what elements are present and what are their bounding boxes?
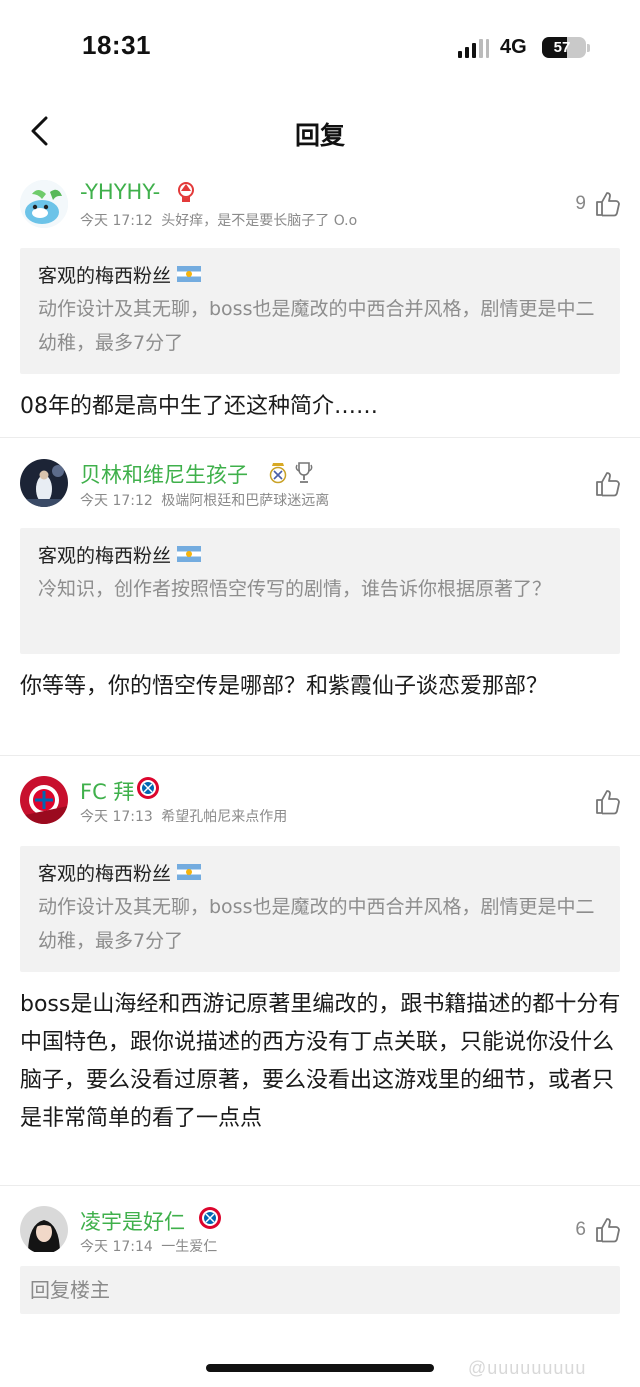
user-bio: 希望孔帕尼来点作用	[161, 809, 288, 825]
thumbs-up-icon	[596, 790, 620, 815]
avatar[interactable]	[20, 459, 68, 507]
avatar[interactable]	[20, 180, 68, 228]
user-bio: 一生爱仁	[161, 1239, 218, 1252]
thumbs-up-icon	[596, 192, 620, 217]
avatar[interactable]	[20, 1206, 68, 1252]
real-madrid-badge-icon	[269, 463, 287, 484]
network-type: 4G	[500, 36, 527, 58]
quote-text: 动作设计及其无聊，boss也是魔改的中西合并风格，剧情更是中二幼稚，最多7分了	[38, 896, 595, 952]
like-button[interactable]: 6	[575, 1216, 622, 1244]
signal-strength-icon	[458, 38, 489, 58]
comment-item: -YHYHY- 今天 17:12 头好痒，是不是要长脑子了 O.o 9 客观的梅…	[0, 172, 640, 438]
quoted-comment[interactable]: 客观的梅西粉丝 动作设计及其无聊，boss也是魔改的中西合并风格，剧情更是中二幼…	[20, 248, 620, 374]
username[interactable]: 凌宇是好仁	[80, 1206, 185, 1236]
battery-percent: 57	[553, 39, 571, 56]
username[interactable]: -YHYHY-	[80, 180, 160, 204]
user-bio: 头好痒，是不是要长脑子了 O.o	[161, 213, 358, 229]
comment-item: 凌宇是好仁 今天 17:14 一生爱仁 6	[0, 1200, 640, 1252]
comment-time: 今天 17:12	[80, 213, 153, 229]
argentina-flag-icon	[177, 266, 202, 282]
navigation-bar: 回复	[0, 100, 640, 166]
quoted-comment[interactable]: 客观的梅西粉丝 动作设计及其无聊，boss也是魔改的中西合并风格，剧情更是中二幼…	[20, 846, 620, 972]
quote-text: 动作设计及其无聊，boss也是魔改的中西合并风格，剧情更是中二幼稚，最多7分了	[38, 298, 595, 354]
username[interactable]: FC 拜	[80, 776, 134, 806]
argentina-flag-icon	[177, 546, 202, 562]
user-badges	[136, 776, 160, 800]
comment-item: 贝林和维尼生孩子 今天 17:12 极端阿根廷和巴萨球迷远离 客观的梅西粉丝 冷…	[0, 452, 640, 756]
status-time: 18:31	[82, 30, 151, 60]
user-badges	[268, 461, 314, 485]
home-indicator[interactable]	[206, 1364, 434, 1372]
battery-cap	[587, 44, 590, 52]
nottingham-forest-badge-icon	[178, 182, 194, 202]
user-bio: 极端阿根廷和巴萨球迷远离	[161, 493, 330, 509]
avatar-image	[20, 180, 68, 228]
thumbs-up-icon	[596, 472, 620, 497]
comment-time: 今天 17:13	[80, 809, 153, 825]
reply-text: 08年的都是高中生了还这种简介……	[20, 394, 378, 419]
quote-author: 客观的梅西粉丝	[38, 858, 602, 886]
quote-text: 冷知识，创作者按照悟空传写的剧情，谁告诉你根据原著了？	[38, 578, 552, 600]
comment-meta: 今天 17:12 头好痒，是不是要长脑子了 O.o	[80, 210, 357, 230]
user-badges	[176, 180, 196, 206]
like-button[interactable]	[586, 788, 622, 816]
quote-author-name: 客观的梅西粉丝	[38, 264, 172, 287]
thumbs-up-icon	[596, 1218, 620, 1243]
quote-author-name: 客观的梅西粉丝	[38, 862, 172, 885]
reply-text: 你等等，你的悟空传是哪部？和紫霞仙子谈恋爱那部？	[20, 674, 549, 699]
comment-item: FC 拜 今天 17:13 希望孔帕尼来点作用 客观的梅西粉丝 动作设计及其无聊…	[0, 770, 640, 1186]
like-count: 6	[575, 1219, 586, 1240]
bayern-badge-icon	[199, 1207, 221, 1229]
avatar-image	[20, 776, 68, 824]
bayern-badge-icon	[137, 777, 159, 799]
watermark: @uuuuuuuuu	[468, 1358, 587, 1378]
reply-text: boss是山海经和西游记原著里编改的，跟书籍描述的都十分有中国特色，跟你说描述的…	[20, 992, 621, 1131]
user-badges	[198, 1206, 222, 1230]
quote-author-name: 客观的梅西粉丝	[38, 544, 172, 567]
comment-meta: 今天 17:13 希望孔帕尼来点作用	[80, 806, 287, 826]
argentina-flag-icon	[177, 864, 202, 880]
page-title: 回复	[294, 121, 345, 150]
battery-icon: 57	[542, 37, 586, 58]
avatar-image	[20, 459, 68, 507]
avatar-image	[20, 1206, 68, 1252]
comment-meta: 今天 17:12 极端阿根廷和巴萨球迷远离	[80, 490, 329, 510]
comment-meta: 今天 17:14 一生爱仁	[80, 1236, 217, 1252]
quote-author: 客观的梅西粉丝	[38, 540, 602, 568]
status-bar: 18:31 4G 57	[0, 0, 640, 96]
like-count: 9	[575, 193, 586, 214]
like-button[interactable]: 9	[575, 190, 622, 218]
reply-input[interactable]: 回复楼主	[20, 1266, 620, 1314]
quoted-comment[interactable]: 客观的梅西粉丝 冷知识，创作者按照悟空传写的剧情，谁告诉你根据原著了？	[20, 528, 620, 654]
comment-time: 今天 17:14	[80, 1239, 153, 1252]
comment-time: 今天 17:12	[80, 493, 153, 509]
username[interactable]: 贝林和维尼生孩子	[80, 459, 248, 489]
quote-author: 客观的梅西粉丝	[38, 260, 602, 288]
champions-trophy-icon	[295, 462, 313, 483]
avatar[interactable]	[20, 776, 68, 824]
like-button[interactable]	[586, 470, 622, 498]
